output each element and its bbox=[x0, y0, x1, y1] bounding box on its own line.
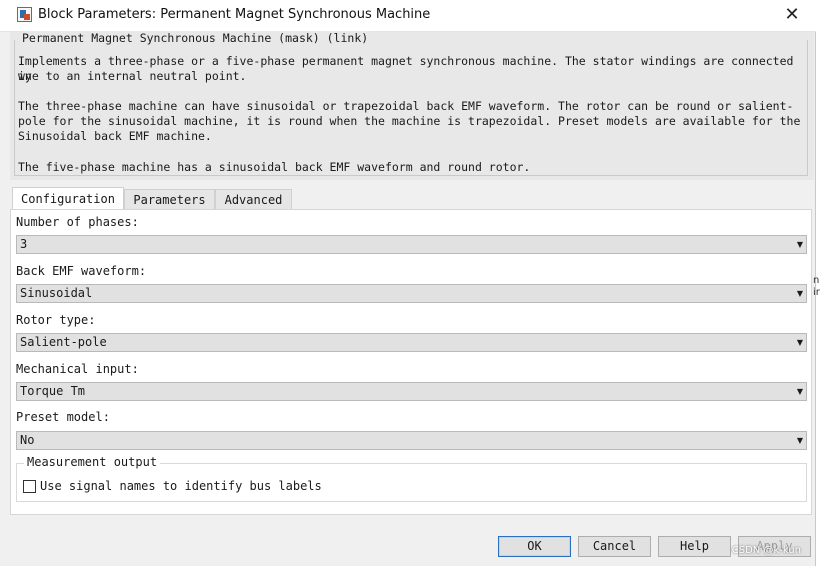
tab-advanced[interactable]: Advanced bbox=[215, 189, 292, 210]
title-bar[interactable]: Block Parameters: Permanent Magnet Synch… bbox=[0, 0, 816, 32]
tab-configuration[interactable]: Configuration bbox=[12, 187, 124, 211]
mechanical-input-label: Mechanical input: bbox=[16, 362, 139, 376]
back-emf-waveform-label: Back EMF waveform: bbox=[16, 264, 147, 278]
number-of-phases-label: Number of phases: bbox=[16, 215, 139, 229]
window-title: Block Parameters: Permanent Magnet Synch… bbox=[38, 7, 431, 22]
number-of-phases-select[interactable]: 3 ▼ bbox=[16, 235, 807, 254]
block-parameters-dialog: Block Parameters: Permanent Magnet Synch… bbox=[0, 0, 816, 566]
measurement-output-group: Measurement output Use signal names to i… bbox=[16, 455, 807, 502]
chevron-down-icon: ▼ bbox=[796, 387, 803, 396]
chevron-down-icon: ▼ bbox=[796, 338, 803, 347]
chevron-down-icon: ▼ bbox=[796, 289, 803, 298]
description-para3: The five-phase machine has a sinusoidal … bbox=[18, 160, 531, 174]
description-heading: Permanent Magnet Synchronous Machine (ma… bbox=[20, 31, 371, 45]
description-para2-line1: The three-phase machine can have sinusoi… bbox=[18, 99, 794, 113]
rotor-type-label: Rotor type: bbox=[16, 313, 96, 327]
simulink-block-icon bbox=[17, 7, 32, 22]
rotor-type-select[interactable]: Salient-pole ▼ bbox=[16, 333, 807, 352]
signal-names-checkbox-label[interactable]: Use signal names to identify bus labels bbox=[40, 479, 322, 494]
signal-names-checkbox[interactable] bbox=[23, 480, 36, 493]
preset-model-select[interactable]: No ▼ bbox=[16, 431, 807, 450]
cancel-button[interactable]: Cancel bbox=[578, 536, 651, 557]
description-para1-line2: wye to an internal neutral point. bbox=[18, 69, 247, 83]
description-para2-line2: pole for the sinusoidal machine, it is r… bbox=[18, 114, 801, 128]
rotor-type-value: Salient-pole bbox=[20, 335, 107, 349]
watermark: CSDN @k-kun bbox=[731, 545, 801, 556]
background-canvas-fragment: n bbox=[813, 275, 820, 286]
preset-model-label: Preset model: bbox=[16, 410, 110, 424]
tab-parameters[interactable]: Parameters bbox=[124, 189, 215, 210]
measurement-output-legend: Measurement output bbox=[24, 455, 161, 470]
background-canvas-fragment: ir bbox=[813, 287, 820, 298]
chevron-down-icon: ▼ bbox=[796, 240, 803, 249]
mechanical-input-value: Torque Tm bbox=[20, 384, 86, 398]
preset-model-value: No bbox=[20, 433, 35, 447]
description-para2-line3: Sinusoidal back EMF machine. bbox=[18, 129, 212, 143]
close-icon[interactable]: ✕ bbox=[778, 2, 806, 28]
mechanical-input-select[interactable]: Torque Tm ▼ bbox=[16, 382, 807, 401]
mask-description: Permanent Magnet Synchronous Machine (ma… bbox=[10, 31, 814, 180]
chevron-down-icon: ▼ bbox=[796, 436, 803, 445]
number-of-phases-value: 3 bbox=[20, 237, 28, 251]
ok-button[interactable]: OK bbox=[498, 536, 571, 557]
back-emf-waveform-value: Sinusoidal bbox=[20, 286, 93, 300]
help-button[interactable]: Help bbox=[658, 536, 731, 557]
configuration-panel: Number of phases: 3 ▼ Back EMF waveform:… bbox=[10, 209, 812, 515]
back-emf-waveform-select[interactable]: Sinusoidal ▼ bbox=[16, 284, 807, 303]
